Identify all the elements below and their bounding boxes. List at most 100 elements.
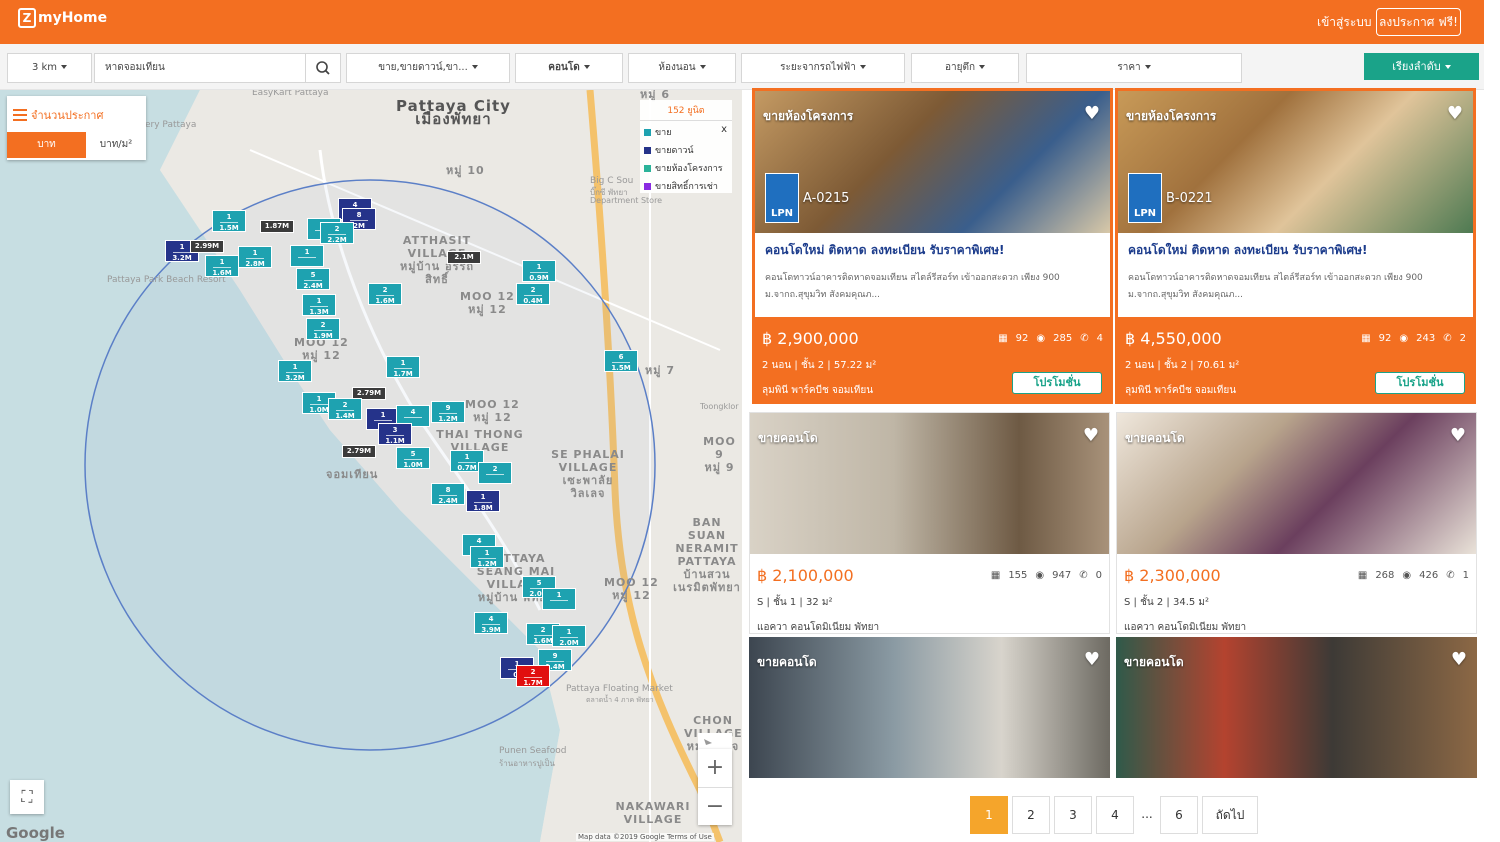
page-1-button[interactable]: 1 [970,796,1008,834]
favorite-heart-icon[interactable]: ♥ [1084,103,1100,124]
listing-card[interactable]: ขายคอนโด ♥ ฿ 2,300,000 ▦ 268 ◉ 426 ✆ 1 S | … [1116,412,1477,634]
favorite-heart-icon[interactable]: ♥ [1451,649,1467,670]
next-page-button[interactable]: ถัดไป [1202,796,1258,834]
map-price-marker[interactable]: 9 1.2M [431,401,465,423]
transit-distance-dropdown[interactable]: ระยะจากรถไฟฟ้า [741,53,905,83]
price-tab-baht[interactable]: บาท [7,132,86,158]
marker-count: 4 [404,407,422,418]
listing-photo[interactable]: ขายห้องโครงการ ♥ LPN B-0221 [1118,91,1473,233]
listing-title[interactable]: คอนโดใหม่ ติดหาด ลงทะเบียน รับราคาพิเศษ! [765,241,1100,260]
page-2-button[interactable]: 2 [1012,796,1050,834]
map-price-marker[interactable]: 2 2.2M [320,222,354,244]
promotion-button[interactable]: โปรโมชั่น [1375,372,1465,394]
map-label-sub: หมู่ 12 [473,411,512,424]
map-price-marker[interactable]: 2.1M [447,251,481,264]
page-3-button[interactable]: 3 [1054,796,1092,834]
map-price-marker[interactable]: 2.79M [342,445,376,458]
marker-price: 1.7M [393,370,413,378]
listing-photo[interactable]: ขายห้องโครงการ ♥ LPN A-0215 [755,91,1110,233]
favorite-heart-icon[interactable]: ♥ [1084,649,1100,670]
listing-tag: ขายห้องโครงการ [1126,109,1217,123]
map-view[interactable]: Pattaya City เมืองพัทยา หมู่ 6 หมู่ 10 AT… [0,90,742,842]
map-price-marker[interactable]: 4 3.9M [474,612,508,634]
map-price-marker[interactable]: 8 2.4M [431,483,465,505]
map-label-sub: บ้านสวน เนรมิตพัทยา [673,568,741,594]
map-price-marker[interactable]: 1.87M [260,220,294,233]
marker-count: 1 [220,212,238,223]
legend-item: ขาย [644,125,732,139]
map-price-marker[interactable]: 6 1.5M [604,350,638,372]
logo-mark-icon: Z [18,8,36,28]
caret-down-icon [979,65,986,69]
listing-price: ฿ 2,300,000 [1124,566,1221,585]
map-attribution[interactable]: Map data ©2019 Google Terms of Use [576,833,714,841]
post-free-button[interactable]: ลงประกาศ ฟรี! [1376,8,1461,36]
radius-dropdown[interactable]: 3 km [7,53,92,83]
map-price-marker[interactable]: 2 1.4M [328,398,362,420]
map-price-marker[interactable]: 1 1.3M [302,294,336,316]
photo-count: 92 [1378,333,1392,344]
map-price-marker[interactable]: 2 0.4M [516,283,550,305]
location-search-input[interactable]: หาดจอมเทียน [94,53,306,83]
map-price-marker[interactable]: 1 1.6M [205,255,239,277]
listing-card[interactable]: ขายคอนโด ♥ [749,637,1110,779]
bedrooms-dropdown[interactable]: ห้องนอน [628,53,736,83]
map-price-marker[interactable]: 1 [290,245,324,267]
search-button[interactable] [305,53,341,83]
price-row: ฿ 2,900,000 ▦ 92 ◉ 285 ✆ 4 [755,317,1110,348]
fullscreen-button[interactable]: ⛶ [10,780,44,814]
listing-photo[interactable]: ขายคอนโด ♥ [1116,637,1477,778]
favorite-heart-icon[interactable]: ♥ [1450,425,1466,446]
legend-close-icon[interactable]: x [721,124,727,135]
marker-price: 2M [353,222,365,230]
listing-photo[interactable]: ขายคอนโด ♥ [749,637,1110,778]
page-6-button[interactable]: 6 [1160,796,1198,834]
page-4-button[interactable]: 4 [1096,796,1134,834]
listing-type-dropdown[interactable]: ขาย,ขายดาวน์,ขา... [346,53,510,83]
map-price-marker[interactable]: 5 1.0M [396,447,430,469]
zoom-in-button[interactable]: + [698,749,732,787]
map-price-marker[interactable]: 1 1.7M [386,356,420,378]
listing-card[interactable]: ขายคอนโด ♥ ฿ 2,100,000 ▦ 155 ◉ 947 ✆ 0 S | … [749,412,1110,634]
price-tab-per-sqm[interactable]: บาท/ม² [86,132,146,158]
favorite-heart-icon[interactable]: ♥ [1083,425,1099,446]
map-price-marker[interactable]: 2 1.9M [306,318,340,340]
map-price-marker[interactable]: 2 1.6M [368,283,402,305]
favorite-heart-icon[interactable]: ♥ [1447,103,1463,124]
map-price-marker[interactable]: 2 [478,462,512,484]
marker-price: 1.9M [313,332,333,340]
zoom-out-button[interactable]: − [698,787,732,825]
listing-photo[interactable]: ขายคอนโด ♥ [1117,413,1476,554]
listing-card[interactable]: ขายคอนโด ♥ [1116,637,1477,779]
listing-card[interactable]: ขายห้องโครงการ ♥ LPN A-0215 คอนโดใหม่ ติ… [752,88,1113,404]
listing-title[interactable]: คอนโดใหม่ ติดหาด ลงทะเบียน รับราคาพิเศษ! [1128,241,1463,260]
listing-photo[interactable]: ขายคอนโด ♥ [750,413,1109,554]
map-price-marker[interactable]: 2.99M [190,240,224,253]
legend-label: ขาย [655,128,672,138]
map-price-marker[interactable]: 1 0.9M [522,260,556,282]
price-mode-header[interactable]: จำนวนประกาศ [13,106,103,124]
listing-location: แอควา คอนโดมิเนียม พัทยา [1124,622,1247,633]
building-age-value: อายุตึก [944,62,976,73]
listing-card[interactable]: ขายห้องโครงการ ♥ LPN B-0221 คอนโดใหม่ ติ… [1115,88,1476,404]
map-price-marker[interactable]: 2 1.7M [516,665,550,687]
map-price-marker[interactable]: 1 3.2M [278,360,312,382]
map-price-marker[interactable]: 1 2.8M [238,246,272,268]
map-price-marker[interactable]: 3 1.1M [378,423,412,445]
map-price-marker[interactable]: 1 [542,588,576,610]
map-price-marker[interactable]: 1 2.0M [552,625,586,647]
property-type-dropdown[interactable]: คอนโด [515,53,623,83]
sort-button[interactable]: เรียงลำดับ [1364,53,1479,80]
login-link[interactable]: เข้าสู่ระบบ [1317,13,1372,32]
promotion-button[interactable]: โปรโมชั่น [1012,372,1102,394]
map-price-marker[interactable]: 1 1.8M [466,490,500,512]
site-logo[interactable]: Z myHome [18,8,107,28]
unit-code: B-0221 [1166,191,1213,206]
unit-count: 152 ยูนิต [640,103,732,121]
price-dropdown[interactable]: ราคา [1026,53,1242,83]
caret-down-icon [61,65,68,69]
map-price-marker[interactable]: 1 1.5M [212,210,246,232]
map-price-marker[interactable]: 5 2.4M [296,268,330,290]
building-age-dropdown[interactable]: อายุตึก [911,53,1019,83]
map-price-marker[interactable]: 1 1.2M [470,546,504,568]
